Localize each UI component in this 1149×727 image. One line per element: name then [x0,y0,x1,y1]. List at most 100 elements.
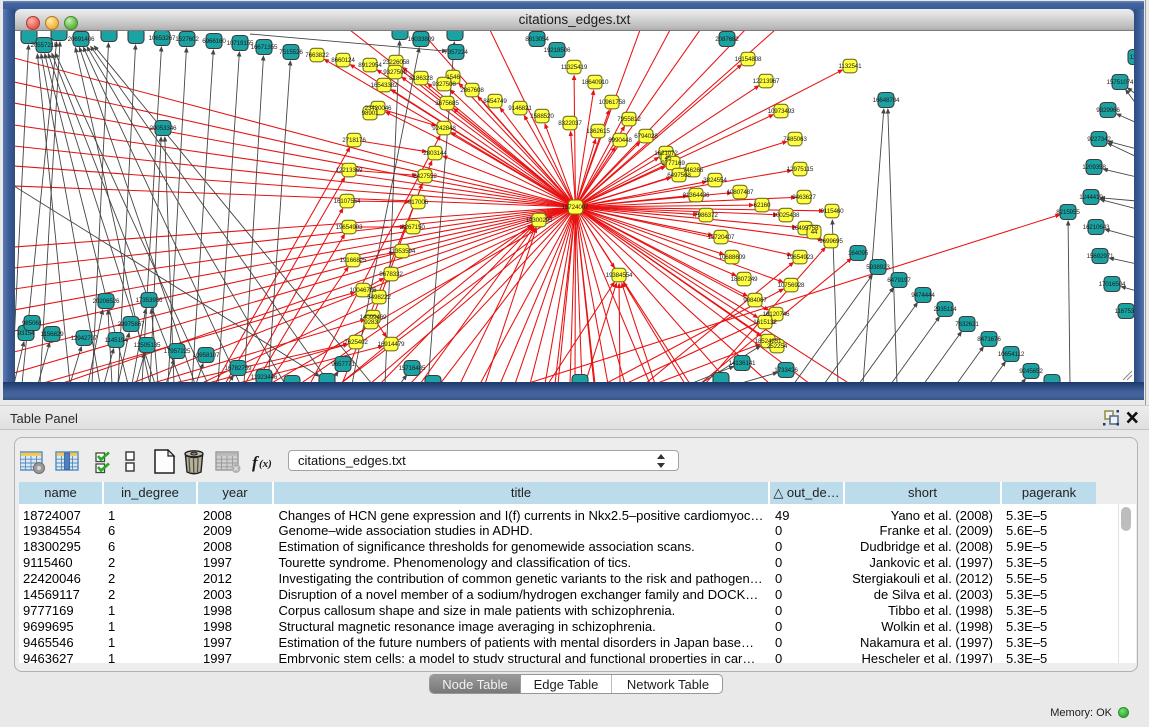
svg-text:9327509: 9327509 [383,69,407,76]
svg-text:1362615: 1362615 [586,128,610,135]
svg-text:1145194: 1145194 [105,337,129,344]
svg-text:10046786: 10046786 [350,287,377,294]
svg-text:8186328: 8186328 [409,75,433,82]
svg-text:16210643: 16210643 [1083,224,1110,231]
svg-text:9146821: 9146821 [508,105,532,112]
svg-text:6966160: 6966160 [202,38,226,45]
svg-text:16154808: 16154808 [735,56,762,63]
svg-text:(x): (x) [259,458,272,470]
svg-text:16648784: 16648784 [873,97,900,104]
svg-text:6794028: 6794028 [634,133,658,140]
svg-text:16120746: 16120746 [763,311,790,318]
svg-text:23975867: 23975867 [118,321,145,328]
svg-text:15720407: 15720407 [708,234,735,241]
svg-text:10653267: 10653267 [149,35,176,42]
svg-text:1527602: 1527602 [175,36,199,43]
svg-text:20691406: 20691406 [68,36,95,43]
svg-text:746266: 746266 [683,167,704,174]
svg-text:9227342: 9227342 [1087,136,1111,143]
svg-text:1209358: 1209358 [1082,164,1106,171]
svg-text:18640910: 18640910 [582,79,609,86]
svg-text:20557215: 20557215 [31,42,58,49]
svg-text:18807249: 18807249 [731,276,758,283]
svg-text:8813054: 8813054 [525,36,549,43]
svg-text:12942737: 12942737 [71,335,98,342]
svg-text:15716485: 15716485 [399,365,426,372]
svg-text:9115460: 9115460 [821,208,845,215]
svg-text:19384554: 19384554 [606,272,633,279]
svg-text:16671355: 16671355 [251,44,278,51]
svg-text:8427552: 8427552 [413,173,437,180]
svg-text:8990448: 8990448 [608,137,632,144]
svg-text:8454749: 8454749 [483,98,507,105]
svg-text:2803144: 2803144 [423,150,447,157]
svg-text:2718176: 2718176 [342,137,366,144]
svg-text:7485063: 7485063 [783,136,807,143]
svg-text:1615132: 1615132 [753,319,777,326]
svg-text:8471676: 8471676 [977,336,1001,343]
svg-text:10756928: 10756928 [778,282,805,289]
svg-text:21364436: 21364436 [683,192,710,199]
svg-text:9463627: 9463627 [792,194,816,201]
svg-text:62160: 62160 [754,202,771,209]
svg-text:7955812: 7955812 [617,116,641,123]
svg-text:5498222: 5498222 [367,294,391,301]
svg-text:23226058: 23226058 [383,59,410,66]
svg-text:8660124: 8660124 [331,57,355,64]
svg-text:7357224: 7357224 [444,49,468,56]
svg-text:1167533: 1167533 [1115,308,1135,315]
svg-text:8678332: 8678332 [379,271,403,278]
svg-text:1546: 1546 [446,74,460,81]
svg-text:2867608: 2867608 [460,87,484,94]
svg-text:9242848: 9242848 [432,125,456,132]
svg-text:15692971: 15692971 [1087,253,1114,260]
svg-text:9777169: 9777169 [661,160,685,167]
svg-text:9245652: 9245652 [1019,368,1043,375]
svg-text:16782759: 16782759 [225,365,252,372]
svg-text:2087682: 2087682 [715,36,739,43]
svg-text:17016504: 17016504 [1099,281,1126,288]
svg-text:7632621: 7632621 [955,321,979,328]
svg-text:10958107: 10958107 [193,352,220,359]
svg-text:2935114: 2935114 [934,306,958,313]
svg-text:1244419: 1244419 [1079,194,1103,201]
svg-text:12213369: 12213369 [336,167,363,174]
svg-text:9474444: 9474444 [911,292,935,299]
svg-text:16543382: 16543382 [371,82,398,89]
svg-text:9084067: 9084067 [743,297,767,304]
svg-text:10807487: 10807487 [727,189,754,196]
svg-text:1156829: 1156829 [41,331,65,338]
svg-text:8912954: 8912954 [358,62,382,69]
svg-text:98901: 98901 [362,110,379,117]
svg-text:8215955: 8215955 [1056,209,1080,216]
svg-text:10961758: 10961758 [599,99,626,106]
svg-text:1112: 1112 [1130,54,1134,61]
svg-text:10719155: 10719155 [227,40,254,47]
svg-text:11353594: 11353594 [389,248,416,255]
svg-text:16033809: 16033809 [408,36,435,43]
svg-text:19654923: 19654923 [787,254,814,261]
svg-text:19300295: 19300295 [526,217,553,224]
svg-text:17957225: 17957225 [164,348,191,355]
svg-text:164095: 164095 [848,250,869,257]
svg-text:15751074: 15751074 [1107,79,1134,86]
svg-text:19166825: 19166825 [340,257,367,264]
svg-text:14136141: 14136141 [729,360,756,367]
svg-text:8322037: 8322037 [558,120,582,127]
svg-text:19654903: 19654903 [336,224,363,231]
svg-text:12975115: 12975115 [787,166,814,173]
svg-text:1132541: 1132541 [839,63,863,70]
svg-text:10025438: 10025438 [773,212,800,219]
svg-text:5938923: 5938923 [866,264,890,271]
svg-text:3675685: 3675685 [435,100,459,107]
svg-text:20206526: 20206526 [93,298,120,305]
svg-text:917006: 917006 [408,199,429,206]
svg-text:11923446: 11923446 [251,374,278,381]
svg-text:7663822: 7663822 [305,52,329,59]
svg-text:10973493: 10973493 [768,108,795,115]
svg-text:9283: 9283 [364,319,378,326]
svg-text:3824554: 3824554 [703,177,727,184]
svg-text:19218506: 19218506 [544,47,571,54]
svg-text:10688609: 10688609 [719,254,746,261]
svg-text:20053346: 20053346 [150,125,177,132]
